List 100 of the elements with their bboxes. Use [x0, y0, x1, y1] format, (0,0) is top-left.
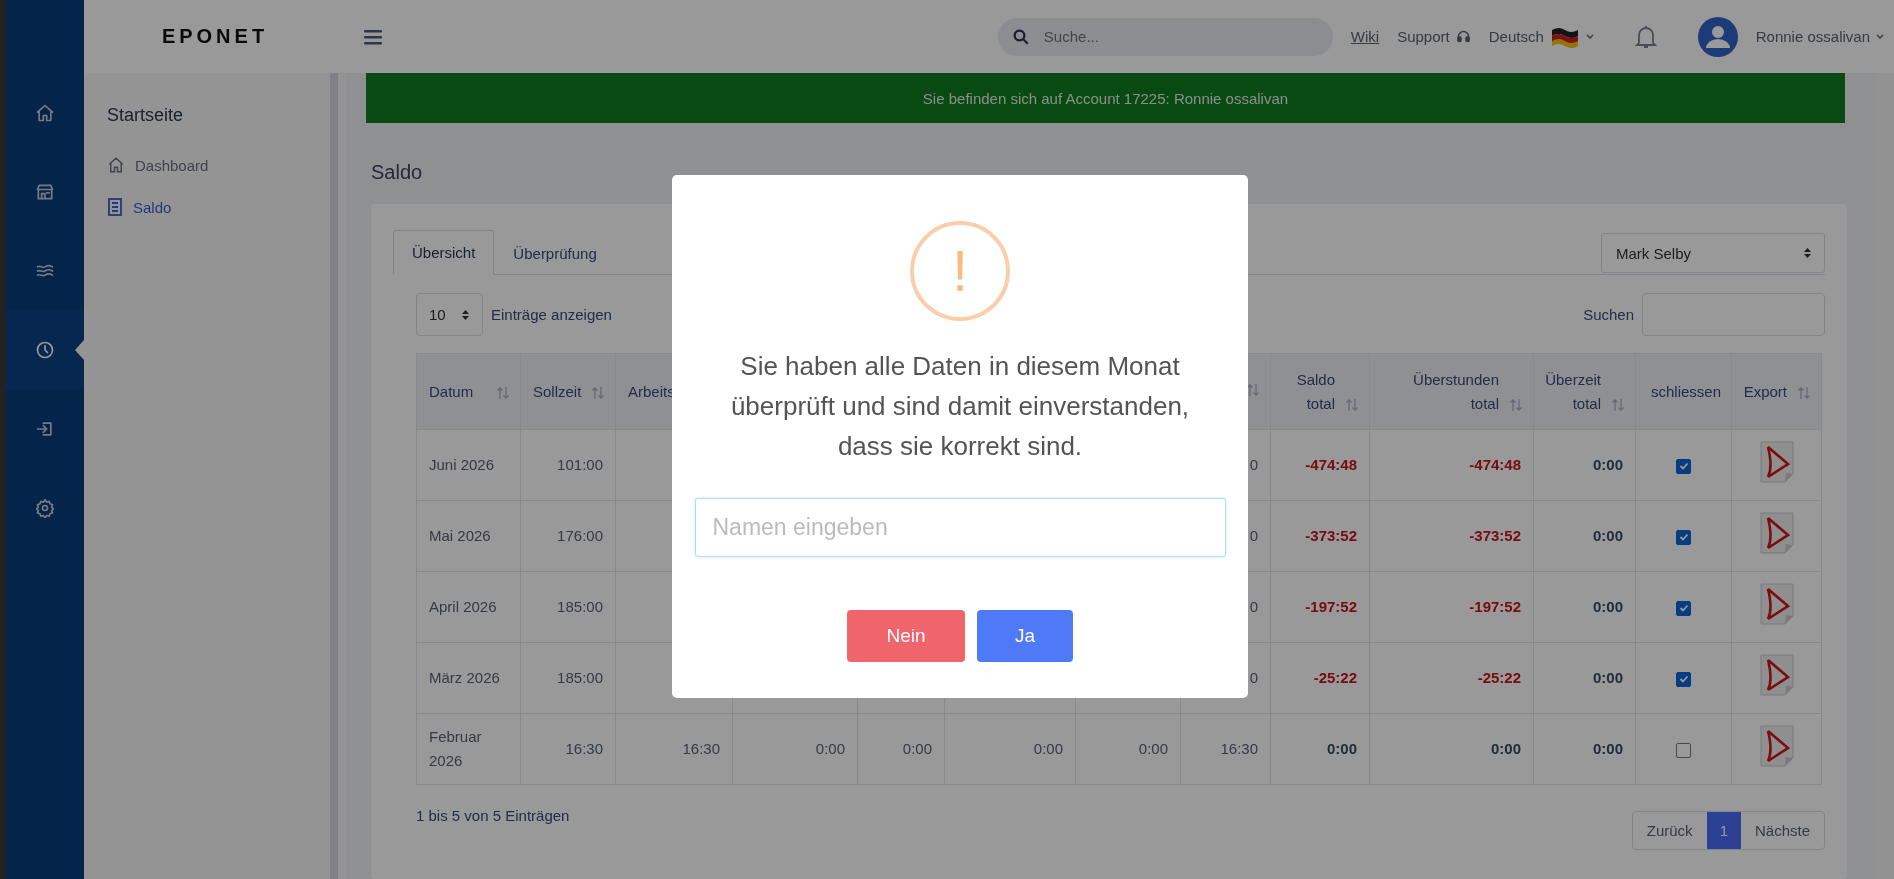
name-input[interactable]: Namen eingeben — [694, 498, 1226, 557]
table-cell: 16:30 — [1180, 713, 1271, 785]
checkmark-icon — [1678, 532, 1689, 543]
yes-button[interactable]: Ja — [977, 610, 1073, 662]
sidebar-heading: Startseite — [107, 105, 185, 126]
table-cell: -197:52 — [1270, 571, 1370, 643]
table-cell: -197:52 — [1369, 571, 1534, 643]
pagination-button[interactable]: Nächste — [1740, 812, 1824, 849]
table-cell: -474:48 — [1270, 429, 1370, 501]
account-banner: Sie befinden sich auf Account 17225: Ronnie ossalivan — [366, 73, 1845, 123]
table-cell: April 2026 — [416, 571, 521, 643]
tab[interactable]: Übersicht — [393, 230, 495, 275]
search-field[interactable]: Suche... — [997, 17, 1333, 56]
flag-icon — [1549, 25, 1580, 48]
column-header[interactable]: Überzeit total — [1533, 353, 1636, 430]
table-cell: 0:00 — [1270, 713, 1370, 785]
sort-icon — [496, 386, 510, 401]
pdf-icon[interactable] — [1759, 582, 1794, 625]
clock-icon — [35, 339, 55, 360]
sort-icon — [591, 386, 606, 401]
table-cell: 0:00 — [1533, 642, 1636, 714]
column-header[interactable]: Saldo total — [1270, 353, 1370, 430]
home-icon — [35, 102, 55, 123]
entries-label: Einträge anzeigen — [491, 306, 612, 323]
table-cell: 0:00 — [732, 713, 858, 785]
checkmark-icon — [1678, 674, 1689, 685]
sort-icon — [1611, 397, 1625, 412]
sort-icon — [1345, 397, 1359, 412]
table-cell: März 2026 — [416, 642, 521, 714]
checkbox[interactable] — [1676, 458, 1691, 474]
home-icon — [107, 156, 125, 174]
table-cell: Februar 2026 — [416, 713, 521, 785]
language-selector[interactable]: Deutsch — [1488, 28, 1544, 45]
menu-icon[interactable] — [364, 28, 382, 45]
pdf-icon[interactable] — [1759, 511, 1794, 554]
chevron-icon — [1876, 33, 1884, 40]
table-cell: 185:00 — [520, 571, 616, 643]
warning-icon: ! — [910, 221, 1010, 321]
chevron-icon — [1585, 33, 1594, 40]
sidebar-item[interactable]: Saldo — [107, 186, 330, 228]
table-cell: 0:00 — [1533, 500, 1636, 572]
sort-icon — [1246, 383, 1260, 397]
sort-caret-icon — [1803, 246, 1812, 260]
sort-icon — [1509, 397, 1523, 412]
column-header[interactable]: Export — [1731, 353, 1822, 430]
entries-select[interactable]: 10 — [416, 293, 483, 336]
table-cell: 0:00 — [1075, 713, 1181, 785]
sort-icon — [1797, 386, 1811, 401]
pdf-icon[interactable] — [1759, 653, 1794, 696]
no-button[interactable]: Nein — [847, 610, 965, 662]
pdf-icon[interactable] — [1759, 724, 1794, 767]
table-cell: 16:30 — [520, 713, 616, 785]
table-search-field[interactable] — [1642, 293, 1825, 336]
table-cell: 101:00 — [520, 429, 616, 501]
column-header[interactable]: Datum — [416, 353, 521, 430]
document-icon — [107, 198, 123, 216]
search-input[interactable]: Suche... — [1041, 27, 1319, 46]
search-icon — [1011, 27, 1030, 46]
search-label: Suchen — [1583, 306, 1634, 323]
table-cell: -25:22 — [1369, 642, 1534, 714]
bell-icon[interactable] — [1633, 23, 1658, 50]
wiki-link[interactable]: Wiki — [1350, 28, 1380, 45]
checkbox[interactable] — [1676, 742, 1691, 758]
headset-icon — [1455, 29, 1471, 44]
checkbox[interactable] — [1676, 671, 1691, 687]
user-name[interactable]: Ronnie ossalivan — [1755, 28, 1870, 45]
table-cell: 0:00 — [1533, 713, 1636, 785]
support-link[interactable]: Support — [1397, 28, 1450, 45]
pdf-icon[interactable] — [1759, 440, 1794, 483]
table-cell: 0:00 — [1533, 429, 1636, 501]
table-cell: 0:00 — [1369, 713, 1534, 785]
employee-select[interactable]: Mark Selby — [1601, 233, 1825, 273]
scrollbar[interactable] — [330, 73, 338, 879]
logo[interactable]: EPONET — [161, 25, 269, 48]
table-cell: 0:00 — [857, 713, 945, 785]
table-cell: 176:00 — [520, 500, 616, 572]
table-cell: -373:52 — [1369, 500, 1534, 572]
column-header[interactable]: Überstunden total — [1369, 353, 1534, 430]
page-title: Saldo — [371, 161, 424, 184]
table-cell: 0:00 — [1533, 571, 1636, 643]
table-cell: 185:00 — [520, 642, 616, 714]
tab[interactable]: Überprüfung — [494, 231, 616, 275]
table-cell: -25:22 — [1270, 642, 1370, 714]
checkbox[interactable] — [1676, 600, 1691, 616]
checkbox[interactable] — [1676, 529, 1691, 545]
table-cell: -373:52 — [1270, 500, 1370, 572]
table-info: 1 bis 5 von 5 Einträgen — [416, 807, 570, 824]
table-cell: -474:48 — [1369, 429, 1534, 501]
settings-icon — [35, 497, 55, 518]
pagination-button[interactable]: Zurück — [1632, 812, 1707, 849]
rail-item[interactable] — [6, 310, 84, 389]
sidebar-item[interactable]: Dashboard — [107, 144, 330, 186]
sort-caret-icon — [461, 307, 470, 322]
column-header[interactable]: schliessen — [1635, 353, 1732, 430]
table-cell: Mai 2026 — [416, 500, 521, 572]
checkmark-icon — [1678, 603, 1689, 614]
table-cell: 0:00 — [944, 713, 1076, 785]
column-header[interactable]: Sollzeit — [520, 353, 616, 430]
pagination-button[interactable]: 1 — [1706, 812, 1741, 849]
avatar-icon[interactable] — [1697, 16, 1738, 57]
